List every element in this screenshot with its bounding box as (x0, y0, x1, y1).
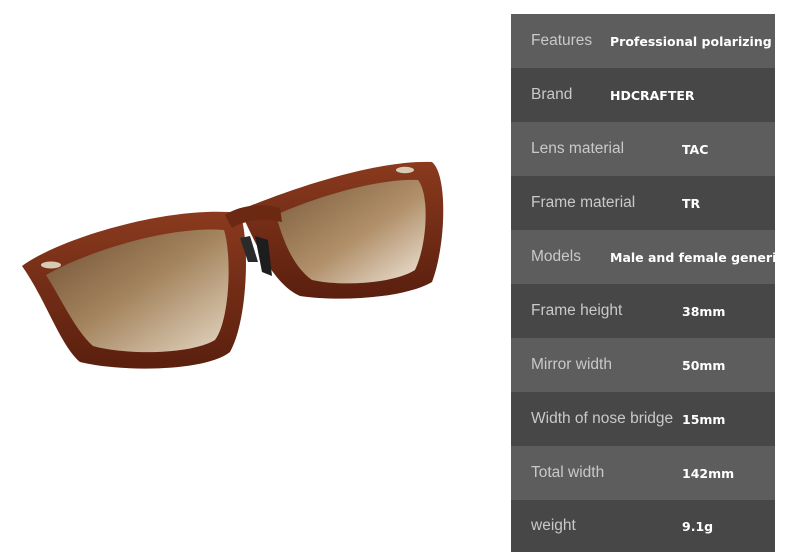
spec-row-nose-bridge: Width of nose bridge 15mm (511, 392, 775, 446)
spec-value: 9.1g (682, 518, 714, 534)
spec-row-lens-material: Lens material TAC (511, 122, 775, 176)
spec-value: TAC (682, 141, 709, 157)
spec-value: Professional polarizing (610, 33, 772, 49)
right-rivet (396, 166, 414, 174)
spec-row-models: Models Male and female generic (511, 230, 784, 284)
spec-value: TR (682, 195, 701, 211)
spec-row-brand: Brand HDCRAFTER (511, 68, 775, 122)
spec-row-frame-material: Frame material TR (511, 176, 775, 230)
spec-value: 50mm (682, 357, 726, 373)
spec-label: Mirror width (531, 356, 612, 373)
spec-label: Lens material (531, 140, 625, 157)
spec-value: Male and female generic (610, 249, 784, 265)
spec-value: 15mm (682, 411, 726, 427)
spec-row-weight: weight 9.1g (511, 500, 775, 552)
spec-label: Frame material (531, 194, 636, 211)
spec-value: 38mm (682, 303, 726, 319)
spec-label: Models (531, 248, 581, 265)
spec-label: weight (531, 517, 576, 534)
spec-label: Features (531, 32, 593, 49)
spec-label: Frame height (531, 302, 623, 319)
spec-table: Features Professional polarizing Brand H… (511, 14, 784, 552)
spec-row-mirror-width: Mirror width 50mm (511, 338, 775, 392)
spec-label: Total width (531, 464, 605, 481)
spec-row-frame-height: Frame height 38mm (511, 284, 775, 338)
left-rivet (41, 261, 61, 269)
spec-value: 142mm (682, 465, 735, 481)
spec-value: HDCRAFTER (610, 87, 695, 103)
sunglasses-image (22, 161, 444, 369)
spec-row-features: Features Professional polarizing (511, 14, 775, 68)
spec-label: Width of nose bridge (531, 410, 674, 427)
spec-row-total-width: Total width 142mm (511, 446, 775, 500)
product-image (0, 0, 500, 560)
spec-label: Brand (531, 86, 573, 103)
